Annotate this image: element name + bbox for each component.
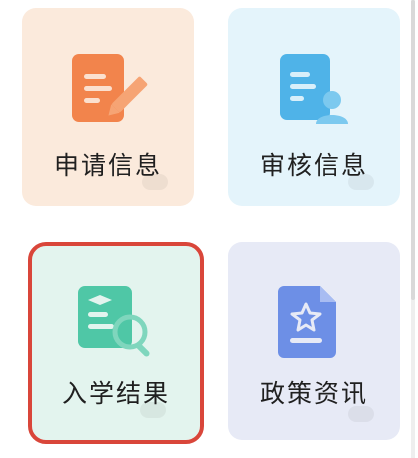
user-document-icon: [274, 50, 354, 134]
edit-document-icon: [68, 50, 148, 134]
star-document-icon: [274, 282, 354, 366]
admission-result-label: 入学结果: [61, 379, 170, 408]
apply-info-label: 申请信息: [53, 151, 162, 180]
search-document-icon: [74, 282, 158, 366]
decorative-mark: [348, 406, 374, 422]
review-info-label: 审核信息: [259, 151, 368, 180]
policy-news-card[interactable]: 政策资讯: [228, 242, 400, 440]
apply-info-card[interactable]: 申请信息: [22, 8, 194, 206]
decorative-mark: [348, 174, 374, 190]
decorative-mark: [142, 174, 168, 190]
review-info-card[interactable]: 审核信息: [228, 8, 400, 206]
policy-news-label: 政策资讯: [259, 379, 368, 408]
decorative-mark: [140, 402, 166, 418]
admission-result-card[interactable]: 入学结果: [28, 242, 204, 444]
scrollbar-thumb[interactable]: [411, 0, 415, 300]
